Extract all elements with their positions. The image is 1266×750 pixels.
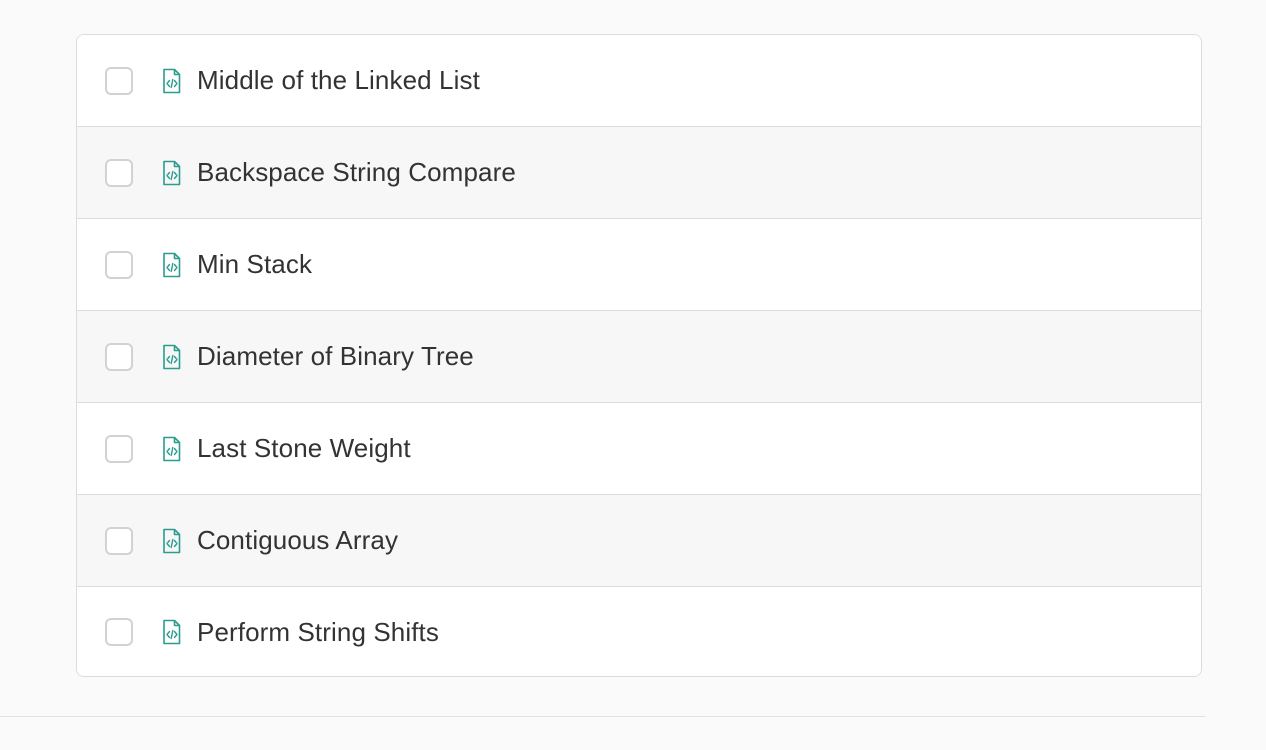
checkbox[interactable] (105, 618, 133, 646)
problem-title[interactable]: Min Stack (197, 249, 312, 280)
code-file-icon (160, 251, 184, 279)
divider (0, 716, 1206, 717)
list-item[interactable]: Backspace String Compare (77, 127, 1201, 219)
problem-title[interactable]: Diameter of Binary Tree (197, 341, 474, 372)
list-item[interactable]: Contiguous Array (77, 495, 1201, 587)
problem-title[interactable]: Backspace String Compare (197, 157, 516, 188)
code-file-icon (160, 527, 184, 555)
checkbox[interactable] (105, 342, 133, 371)
list-item[interactable]: Min Stack (77, 219, 1201, 311)
code-file-icon (160, 343, 184, 371)
problem-title[interactable]: Perform String Shifts (197, 617, 439, 648)
code-file-icon (160, 159, 184, 187)
checkbox[interactable] (105, 66, 133, 95)
problem-title[interactable]: Contiguous Array (197, 525, 398, 556)
code-file-icon (160, 435, 184, 463)
checkbox[interactable] (105, 434, 133, 463)
problem-title[interactable]: Last Stone Weight (197, 433, 411, 464)
list-item[interactable]: Middle of the Linked List (77, 35, 1201, 127)
checkbox[interactable] (105, 250, 133, 279)
page: Middle of the Linked List Backspace Stri… (0, 0, 1266, 750)
code-file-icon (160, 67, 184, 95)
list-item[interactable]: Last Stone Weight (77, 403, 1201, 495)
checkbox[interactable] (105, 158, 133, 187)
list-item[interactable]: Diameter of Binary Tree (77, 311, 1201, 403)
problem-title[interactable]: Middle of the Linked List (197, 65, 480, 96)
code-file-icon (160, 618, 184, 646)
checkbox[interactable] (105, 526, 133, 555)
problem-list: Middle of the Linked List Backspace Stri… (76, 34, 1202, 677)
list-item[interactable]: Perform String Shifts (77, 587, 1201, 676)
